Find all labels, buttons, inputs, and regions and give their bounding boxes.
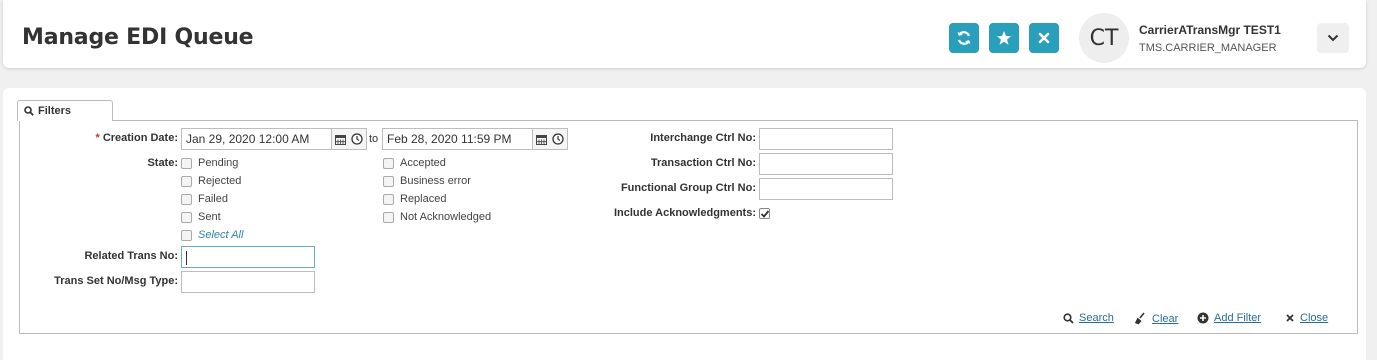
checkmark-icon [760, 210, 770, 218]
refresh-button[interactable] [949, 23, 979, 53]
state-pending-checkbox[interactable] [181, 158, 192, 169]
close-icon [1038, 32, 1050, 44]
user-menu-button[interactable] [1317, 23, 1349, 53]
creation-date-from-input[interactable]: Jan 29, 2020 12:00 AM [181, 128, 332, 150]
transaction-ctrl-no-label: Transaction Ctrl No: [650, 157, 756, 169]
calendar-icon[interactable] [334, 134, 346, 145]
close-filters-button-label: Close [1300, 312, 1329, 324]
state-business-error-label: Business error [400, 175, 471, 187]
state-pending-label: Pending [198, 157, 239, 169]
related-trans-no-input[interactable] [181, 246, 315, 268]
search-button[interactable]: Search [1063, 312, 1114, 324]
tab-filters[interactable]: Filters [17, 100, 113, 121]
state-failed-label: Failed [198, 193, 228, 205]
state-accepted-checkbox[interactable] [383, 158, 394, 169]
transaction-ctrl-no-input[interactable] [759, 153, 893, 175]
related-trans-no-label: Related Trans No: [84, 250, 178, 262]
filters-box [19, 120, 1358, 334]
include-acknowledgments-checkbox[interactable] [759, 208, 770, 219]
state-sent-checkbox[interactable] [181, 212, 192, 223]
user-role: TMS.CARRIER_MANAGER [1139, 42, 1277, 54]
state-select-all-checkbox[interactable] [181, 230, 192, 241]
calendar-icon[interactable] [535, 134, 547, 145]
state-select-all-label[interactable]: Select All [198, 229, 243, 241]
include-acknowledgments-label: Include Acknowledgments: [613, 207, 756, 219]
add-filter-button[interactable]: Add Filter [1197, 312, 1261, 324]
user-name: CarrierATransMgr TEST1 [1139, 23, 1281, 37]
functional-group-ctrl-no-input[interactable] [759, 178, 893, 200]
plus-circle-icon [1197, 312, 1209, 324]
close-page-button[interactable] [1029, 23, 1059, 53]
close-filters-button[interactable]: Close [1285, 312, 1328, 324]
search-icon [24, 106, 34, 116]
page-title: Manage EDI Queue [22, 25, 254, 50]
state-sent-label: Sent [198, 211, 221, 223]
chevron-down-icon [1327, 34, 1339, 42]
state-not-acknowledged-checkbox[interactable] [383, 212, 394, 223]
broom-icon [1135, 312, 1145, 325]
clock-icon[interactable] [552, 133, 564, 145]
state-rejected-checkbox[interactable] [181, 176, 192, 187]
state-replaced-label: Replaced [400, 193, 447, 205]
functional-group-ctrl-no-label: Functional Group Ctrl No: [620, 182, 756, 194]
state-label: State: [147, 157, 178, 169]
state-accepted-label: Accepted [400, 157, 446, 169]
creation-date-to-input[interactable]: Feb 28, 2020 11:59 PM [382, 128, 533, 150]
interchange-ctrl-no-label: Interchange Ctrl No: [650, 132, 756, 144]
page-header: Manage EDI Queue CT CarrierATransMgr TES… [3, 0, 1366, 68]
interchange-ctrl-no-input[interactable] [759, 128, 893, 150]
state-replaced-checkbox[interactable] [383, 194, 394, 205]
clear-button[interactable]: Clear [1134, 312, 1178, 325]
state-business-error-checkbox[interactable] [383, 176, 394, 187]
star-icon [997, 31, 1011, 45]
search-icon [1063, 312, 1074, 324]
date-range-to-label: to [369, 133, 379, 145]
avatar[interactable]: CT [1079, 13, 1129, 63]
clear-button-label: Clear [1152, 312, 1179, 325]
add-filter-button-label: Add Filter [1214, 312, 1262, 324]
creation-date-to-pickers [533, 128, 568, 150]
creation-date-label: * Creation Date: [95, 132, 178, 144]
favorite-button[interactable] [989, 23, 1019, 53]
state-not-acknowledged-label: Not Acknowledged [400, 211, 492, 223]
state-rejected-label: Rejected [198, 175, 242, 187]
clock-icon[interactable] [351, 133, 363, 145]
trans-set-no-input[interactable] [181, 271, 315, 293]
state-failed-checkbox[interactable] [181, 194, 192, 205]
text-caret [186, 250, 187, 265]
tab-filters-label: Filters [38, 105, 72, 117]
creation-date-from-pickers [332, 128, 367, 150]
close-icon [1286, 314, 1294, 322]
trans-set-no-label: Trans Set No/Msg Type: [54, 275, 178, 287]
search-button-label: Search [1079, 312, 1114, 324]
refresh-icon [957, 31, 971, 45]
